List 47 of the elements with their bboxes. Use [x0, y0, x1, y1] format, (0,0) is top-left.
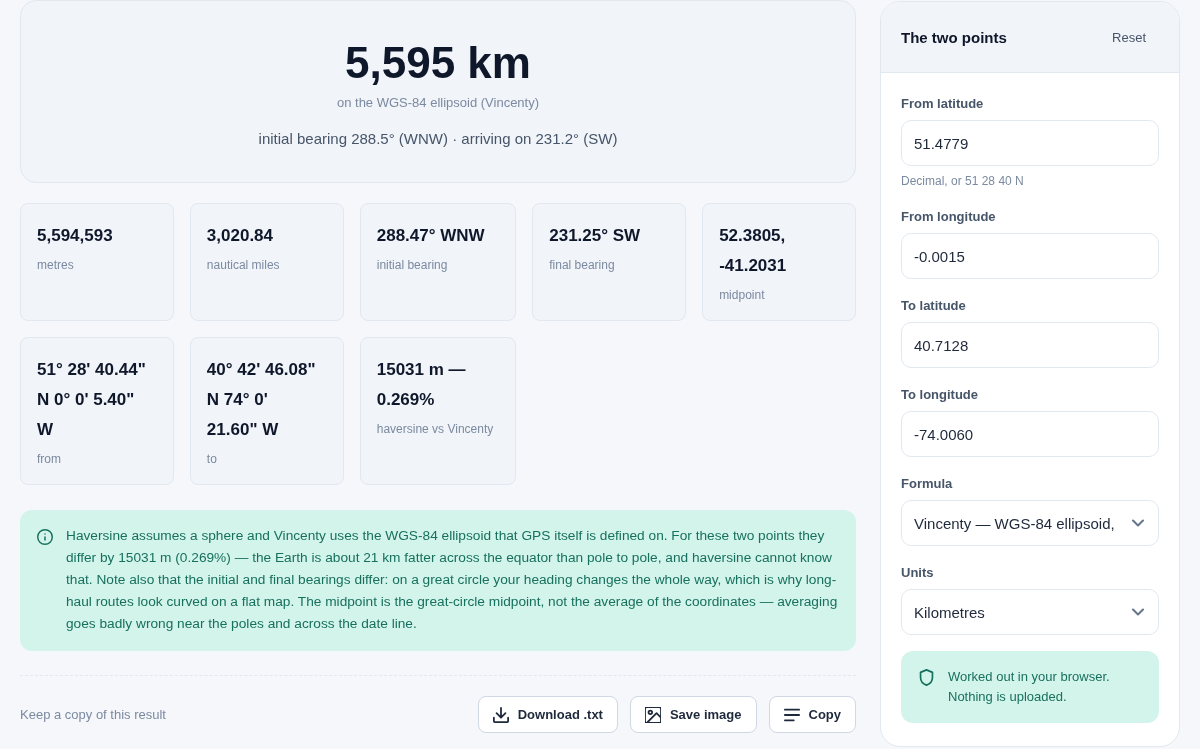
field-label: From longitude: [901, 208, 996, 226]
field-label: To latitude: [901, 297, 966, 315]
method-text: on the WGS-84 ellipsoid (Vincenty): [336, 94, 540, 112]
stat-label: final bearing: [549, 257, 615, 274]
download-icon: [492, 706, 509, 723]
stat-label: midpoint: [719, 287, 765, 304]
chevron-down-icon: [1132, 517, 1144, 529]
dropdown[interactable]: Kilometres: [901, 589, 1159, 635]
info-icon: [37, 529, 53, 545]
dropdown[interactable]: Vincenty — WGS-84 ellipsoid,: [901, 500, 1159, 546]
stat-value: 5,594,593: [37, 225, 113, 247]
stat-value: 231.25° SW: [549, 225, 641, 247]
stat-value: 288.47° WNW: [376, 225, 485, 247]
stat-label: initial bearing: [376, 257, 448, 274]
text-field[interactable]: 40.7128: [901, 322, 1159, 368]
image-button[interactable]: Save image: [629, 696, 757, 733]
text-lines-icon: [783, 706, 800, 723]
text-field[interactable]: 51.4779: [901, 120, 1159, 166]
field-label: Formula: [901, 475, 953, 493]
hint-text: Decimal, or 51 28 40 N: [901, 173, 1024, 190]
field-label: From latitude: [901, 95, 984, 113]
stat-value: 3,020.84: [206, 225, 274, 247]
bearings-text: initial bearing 288.5° (WNW) · arriving on 231.2° (SW): [258, 129, 618, 149]
stat-label: from: [37, 451, 61, 468]
reset-button[interactable]: Reset: [1108, 27, 1159, 47]
field-label: To longitude: [901, 386, 979, 404]
chevron-down-icon: [1132, 606, 1144, 618]
stat-label: metres: [37, 257, 74, 274]
download-button[interactable]: Download .txt: [477, 696, 618, 733]
caption-text: Keep a copy of this result: [20, 707, 166, 722]
text-field[interactable]: -74.0060: [901, 411, 1159, 457]
stat-value: 51° 28' 40.44" N 0° 0' 5.40" W: [37, 359, 147, 441]
shield-icon: [919, 669, 934, 686]
note-text: Haversine assumes a sphere and Vincenty uses the WGS-84 ellipsoid that GPS itself is defined on. For these two points they differ by 15031 m (0.269%) — the Earth is about 21 km fatter across the equator than pole to pole, and haversine cannot know that. Note also that the initial and final bearings differ: on a great circle your heading changes the whole way, which is why long-haul routes look curved on a flat map. The midpoint is the great-circle midpoint, not the average of the coordinates — averaging goes badly wrong near the poles and across the date line.: [66, 527, 839, 633]
field-label: Units: [901, 564, 934, 582]
copy-button[interactable]: Copy: [768, 696, 856, 733]
text-field[interactable]: -0.0015: [901, 233, 1159, 279]
stat-label: nautical miles: [206, 257, 280, 274]
notice-text: Worked out in your browser. Nothing is uploaded.: [948, 668, 1111, 706]
stat-value: 52.3805, -41.2031: [719, 225, 788, 277]
stat-value: 15031 m — 0.269%: [376, 359, 467, 411]
stat-label: haversine vs Vincenty: [376, 421, 494, 438]
image-icon: [644, 706, 661, 723]
stat-label: to: [206, 451, 217, 468]
distance-value: 5,595 km: [345, 37, 531, 89]
panel-title: The two points: [901, 28, 1007, 46]
stat-value: 40° 42' 46.08" N 74° 0' 21.60" W: [206, 359, 317, 441]
